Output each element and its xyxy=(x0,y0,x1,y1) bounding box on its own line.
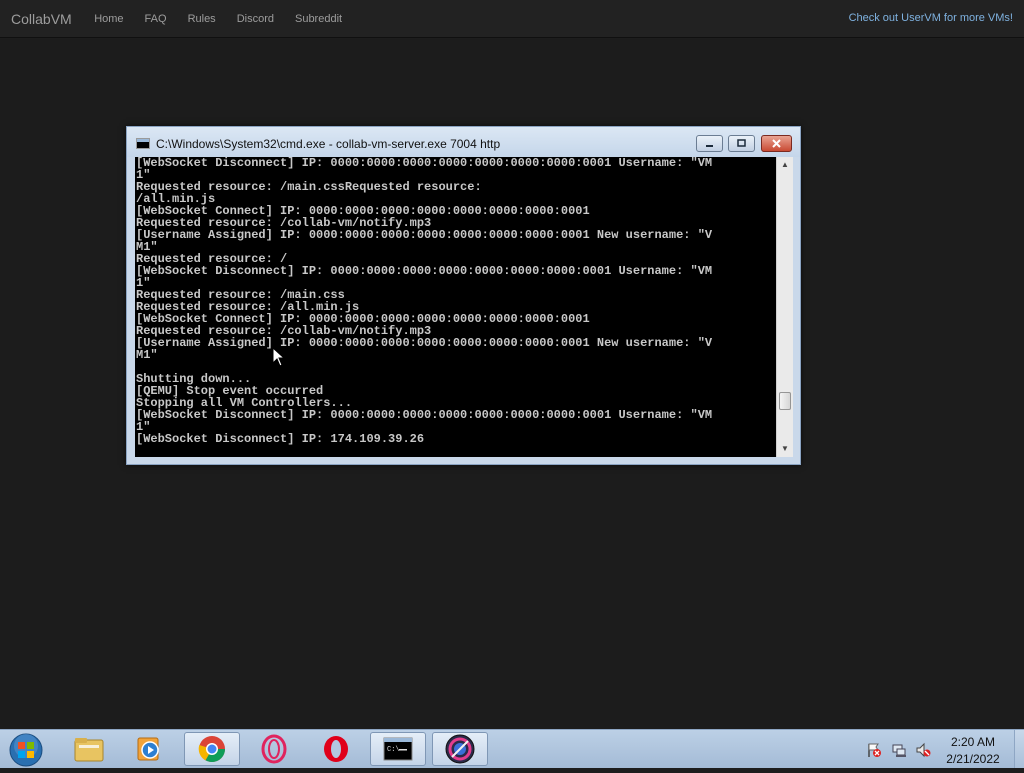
uservm-link[interactable]: Check out UserVM for more VMs! xyxy=(849,12,1013,24)
scrollbar-thumb[interactable] xyxy=(779,392,791,410)
taskbar-chrome[interactable] xyxy=(184,732,240,766)
console-output[interactable]: [WebSocket Disconnect] IP: 0000:0000:000… xyxy=(135,157,776,457)
taskbar: C:\ 2:20 AM 2/21/2022 xyxy=(0,729,1024,768)
taskbar-clock[interactable]: 2:20 AM 2/21/2022 xyxy=(934,734,1012,768)
nav-link-home[interactable]: Home xyxy=(94,13,123,25)
command-prompt-icon: C:\ xyxy=(383,737,413,761)
volume-muted-icon[interactable] xyxy=(915,742,931,758)
clock-time: 2:20 AM xyxy=(950,735,996,749)
taskbar-opera-gx[interactable] xyxy=(246,732,302,766)
close-button[interactable] xyxy=(761,135,792,152)
windows-orb-icon xyxy=(9,733,43,767)
taskbar-app[interactable] xyxy=(432,732,488,766)
mouse-pointer-icon xyxy=(272,347,286,367)
opera-icon xyxy=(324,736,348,762)
nav-link-subreddit[interactable]: Subreddit xyxy=(295,13,342,25)
network-icon[interactable] xyxy=(891,742,907,758)
svg-text:C:\: C:\ xyxy=(387,746,400,754)
window-titlebar[interactable]: C:\Windows\System32\cmd.exe - collab-vm-… xyxy=(127,127,800,157)
app-icon xyxy=(445,734,475,764)
minimize-button[interactable] xyxy=(696,135,723,152)
console-text: [WebSocket Disconnect] IP: 0000:0000:000… xyxy=(136,157,713,446)
scroll-up-icon[interactable]: ▲ xyxy=(777,157,793,173)
start-button[interactable] xyxy=(6,732,46,768)
opera-gx-icon xyxy=(261,734,287,764)
action-center-flag-icon[interactable] xyxy=(866,742,882,758)
taskbar-opera[interactable] xyxy=(308,732,364,766)
console-scrollbar[interactable]: ▲ ▼ xyxy=(776,157,793,457)
folder-icon xyxy=(74,738,104,762)
clock-date: 2/21/2022 xyxy=(946,752,1000,766)
top-navbar: CollabVM Home FAQ Rules Discord Subreddi… xyxy=(0,0,1024,38)
show-desktop-button[interactable] xyxy=(1014,730,1024,768)
nav-link-faq[interactable]: FAQ xyxy=(145,13,167,25)
chrome-icon xyxy=(198,736,226,763)
minimize-icon xyxy=(706,145,713,147)
scroll-down-icon[interactable]: ▼ xyxy=(777,441,793,457)
close-icon xyxy=(772,139,781,148)
taskbar-command-prompt[interactable]: C:\ xyxy=(370,732,426,766)
nav-link-rules[interactable]: Rules xyxy=(188,13,216,25)
media-player-icon xyxy=(137,737,159,761)
maximize-button[interactable] xyxy=(728,135,755,152)
maximize-icon xyxy=(737,139,746,147)
nav-link-discord[interactable]: Discord xyxy=(237,13,274,25)
brand-link[interactable]: CollabVM xyxy=(11,11,72,27)
cmd-window[interactable]: C:\Windows\System32\cmd.exe - collab-vm-… xyxy=(126,126,801,465)
taskbar-media-player[interactable] xyxy=(121,732,177,766)
window-title: C:\Windows\System32\cmd.exe - collab-vm-… xyxy=(156,137,501,151)
cmd-window-icon[interactable] xyxy=(136,138,150,149)
taskbar-explorer[interactable] xyxy=(61,732,117,766)
